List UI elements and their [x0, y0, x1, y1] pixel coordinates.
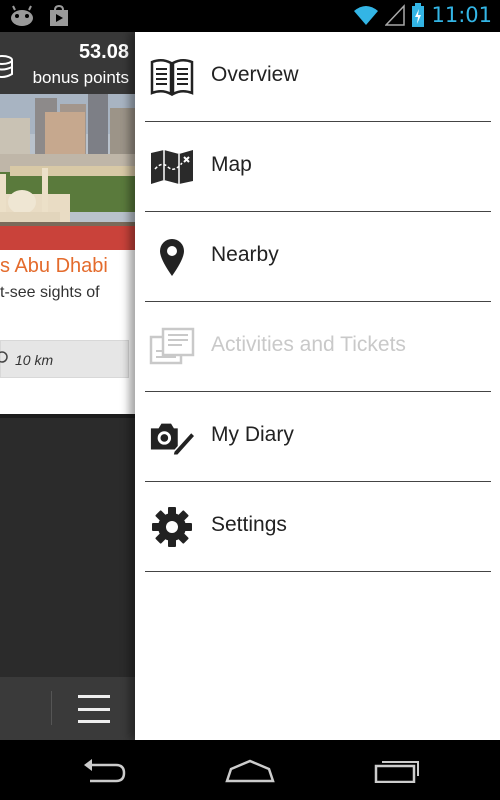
- map-icon: [149, 145, 195, 189]
- signal-icon: [385, 4, 406, 26]
- back-button[interactable]: [74, 754, 134, 788]
- recent-apps-button[interactable]: [366, 754, 426, 788]
- location-pin-icon: [149, 235, 195, 279]
- home-button[interactable]: [220, 754, 280, 788]
- tickets-icon: [149, 325, 195, 369]
- menu-item-map[interactable]: Map: [135, 122, 500, 212]
- navigation-drawer: Overview Map Nearby Activities and Ticke…: [135, 32, 500, 740]
- menu-divider: [145, 571, 491, 572]
- coins-icon: [0, 55, 13, 78]
- hamburger-menu-icon[interactable]: [78, 695, 110, 723]
- card-title: s Abu Dhabi: [0, 255, 108, 277]
- book-icon: [149, 55, 195, 99]
- menu-item-my-diary[interactable]: My Diary: [135, 392, 500, 482]
- menu-item-nearby[interactable]: Nearby: [135, 212, 500, 302]
- bar-divider: [51, 691, 52, 725]
- play-store-notification-icon: [50, 5, 68, 26]
- city-photo: [0, 94, 135, 250]
- bonus-points-value: 53.08: [78, 41, 129, 63]
- camera-pencil-icon: [149, 415, 195, 459]
- destination-card[interactable]: s Abu Dhabi t-see sights of 10 km: [0, 94, 135, 414]
- gear-icon: [149, 505, 195, 549]
- menu-item-settings[interactable]: Settings: [135, 482, 500, 572]
- card-description: t-see sights of: [0, 284, 100, 301]
- bonus-points-label: bonus points: [32, 68, 129, 87]
- battery-charging-icon: [412, 3, 425, 27]
- menu-label-settings: Settings: [211, 513, 287, 536]
- wifi-icon: [354, 6, 379, 25]
- menu-item-activities-and-tickets[interactable]: Activities and Tickets: [135, 302, 500, 392]
- menu-label-map: Map: [211, 153, 252, 176]
- menu-label-my-diary: My Diary: [211, 423, 294, 446]
- status-bar: 11:01: [0, 0, 500, 32]
- recent-apps-icon: [374, 761, 419, 783]
- clock: 11:01: [431, 3, 492, 27]
- background-screen: 53.08 bonus points s Abu Dhabi t-see sig…: [0, 32, 135, 740]
- android-notification-icon: [11, 5, 33, 26]
- bottom-action-bar: [0, 677, 135, 740]
- card-shadow: [0, 414, 135, 418]
- menu-label-overview: Overview: [211, 63, 299, 86]
- system-navigation-bar: [0, 740, 500, 800]
- bonus-points-header: 53.08 bonus points: [0, 32, 135, 94]
- menu-label-activities-and-tickets: Activities and Tickets: [211, 333, 406, 356]
- menu-label-nearby: Nearby: [211, 243, 279, 266]
- walking-icon: [0, 351, 8, 363]
- distance-badge: 10 km: [0, 340, 129, 378]
- back-icon: [84, 759, 126, 783]
- menu-item-overview[interactable]: Overview: [135, 32, 500, 122]
- home-icon: [225, 759, 275, 783]
- distance-text: 10 km: [15, 352, 54, 368]
